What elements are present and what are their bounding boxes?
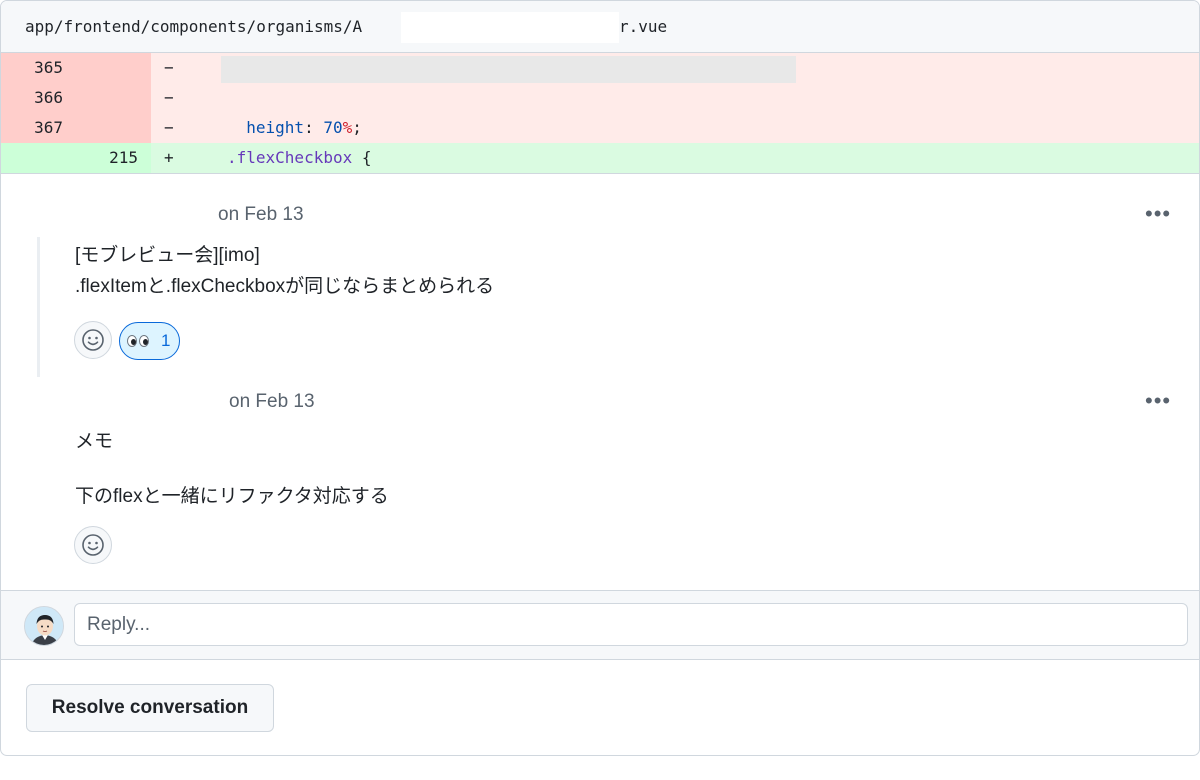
- css-brace: {: [352, 148, 372, 167]
- file-path[interactable]: app/frontend/components/organisms/A: [25, 17, 362, 36]
- comment-text-line: メモ: [75, 431, 114, 452]
- redacted-path-segment: [401, 12, 619, 43]
- diff-line-deleted: 367 − height: 70%;: [1, 113, 1199, 143]
- old-line-number[interactable]: 365: [1, 53, 76, 83]
- file-extension: r.vue: [619, 17, 668, 36]
- eyes-reaction-button[interactable]: 1: [119, 322, 180, 360]
- comment-text-line: 下のflexと一緒にリファクタ対応する: [75, 486, 389, 507]
- reply-input[interactable]: [74, 603, 1188, 646]
- new-line-number[interactable]: [76, 113, 151, 143]
- diff-marker: −: [164, 88, 174, 107]
- old-line-number[interactable]: 367: [1, 113, 76, 143]
- css-unit: %: [342, 118, 353, 137]
- add-reaction-button[interactable]: [74, 321, 112, 359]
- add-reaction-button[interactable]: [74, 526, 112, 564]
- css-semicolon: ;: [352, 118, 362, 137]
- css-property: height: [246, 118, 305, 137]
- avatar[interactable]: [24, 606, 64, 646]
- css-colon: :: [304, 118, 324, 137]
- diff-line-deleted: 366 −: [1, 83, 1199, 113]
- css-number: 70: [323, 118, 343, 137]
- divider: [1, 173, 1199, 174]
- user-avatar-icon: [25, 607, 63, 645]
- smiley-icon: [82, 534, 104, 556]
- new-line-number[interactable]: 215: [76, 143, 151, 173]
- file-header: app/frontend/components/organisms/A r.vu…: [1, 1, 1199, 53]
- smiley-icon: [82, 329, 104, 351]
- diff-hunk: 365 − 366 − 367 − height: 70%; 215 + .fl…: [1, 53, 1199, 173]
- comment-body: [モブレビュー会][imo] .flexItemと.flexCheckboxが同…: [75, 240, 494, 302]
- new-line-number[interactable]: [76, 53, 151, 83]
- diff-marker: +: [164, 148, 174, 167]
- reply-bar: [1, 590, 1199, 660]
- comment-text-line: .flexItemと.flexCheckboxが同じならまとめられる: [75, 276, 495, 297]
- reaction-count: 1: [161, 331, 171, 350]
- diff-line-deleted: 365 −: [1, 53, 1199, 112]
- thread-line: [37, 237, 40, 377]
- comment-timestamp[interactable]: on Feb 13: [218, 204, 304, 226]
- comment-body: メモ: [75, 426, 113, 457]
- comment-timestamp[interactable]: on Feb 13: [229, 391, 315, 413]
- diff-line-added: 215 + .flexCheckbox {: [1, 143, 1199, 173]
- resolve-conversation-button[interactable]: Resolve conversation: [26, 684, 274, 732]
- old-line-number[interactable]: [1, 143, 76, 173]
- review-thread-panel: app/frontend/components/organisms/A r.vu…: [0, 0, 1200, 756]
- comment-body: 下のflexと一緒にリファクタ対応する: [75, 481, 389, 512]
- code-line: .flexCheckbox {: [227, 143, 372, 173]
- diff-marker: −: [164, 118, 174, 137]
- eyes-icon: [127, 335, 149, 347]
- old-line-number[interactable]: 366: [1, 83, 76, 113]
- comment-options-menu[interactable]: •••: [1145, 203, 1171, 225]
- comment-options-menu[interactable]: •••: [1145, 390, 1171, 412]
- comment-text-line: [モブレビュー会][imo]: [75, 245, 260, 266]
- diff-marker: −: [164, 58, 174, 77]
- css-selector: .flexCheckbox: [227, 148, 353, 167]
- code-line: height: 70%;: [227, 113, 362, 143]
- new-line-number[interactable]: [76, 83, 151, 113]
